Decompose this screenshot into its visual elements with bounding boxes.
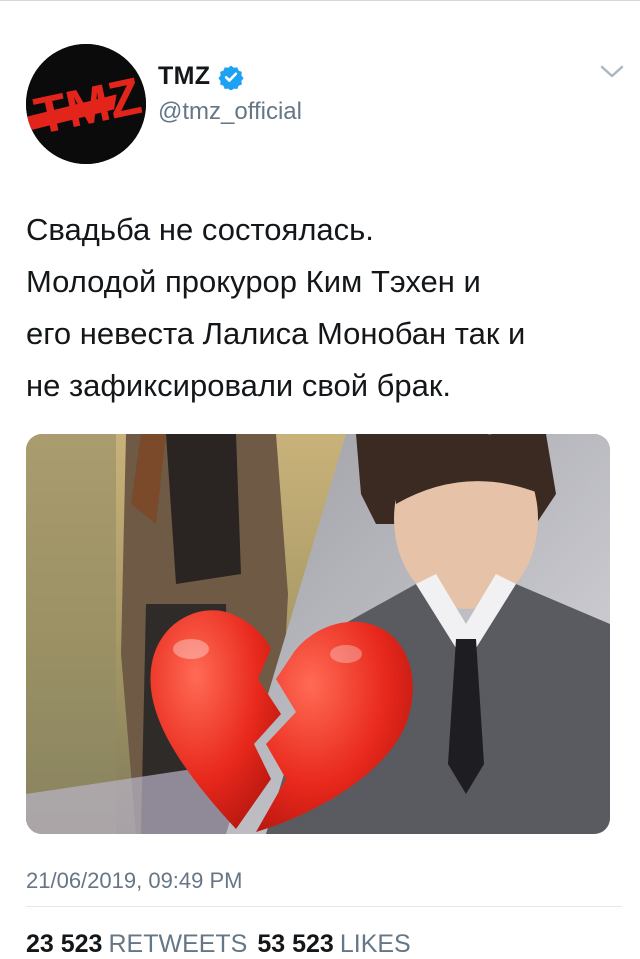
divider [26, 906, 622, 907]
avatar[interactable]: TMZ [26, 44, 146, 164]
likes-count[interactable]: 53 523 [257, 930, 333, 958]
tweet-text: Свадьба не состоялась. Молодой прокурор … [26, 204, 626, 412]
tweet-timestamp[interactable]: 21/06/2019, 09:49 PM [26, 868, 243, 894]
verified-badge-icon [218, 65, 244, 90]
tweet-stats: 23 523 RETWEETS 53 523 LIKES [26, 930, 421, 959]
top-border [0, 0, 640, 1]
tweet-media[interactable] [26, 434, 610, 834]
account-name-row[interactable]: TMZ [158, 62, 244, 91]
tweet-text-line: его невеста Лалиса Монобан так и [26, 316, 526, 351]
tmz-logo-icon: TMZ [26, 44, 146, 164]
chevron-down-icon[interactable] [598, 62, 626, 82]
account-handle[interactable]: @tmz_official [158, 98, 302, 126]
tweet-text-line: Свадьба не состоялась. [26, 212, 374, 247]
retweets-count[interactable]: 23 523 [26, 930, 102, 958]
display-name[interactable]: TMZ [158, 62, 210, 91]
tweet-text-line: Молодой прокурор Ким Тэхен и [26, 264, 481, 299]
tweet-text-line: не зафиксировали свой брак. [26, 368, 452, 403]
likes-label[interactable]: LIKES [340, 930, 411, 958]
retweets-label[interactable]: RETWEETS [108, 930, 247, 958]
